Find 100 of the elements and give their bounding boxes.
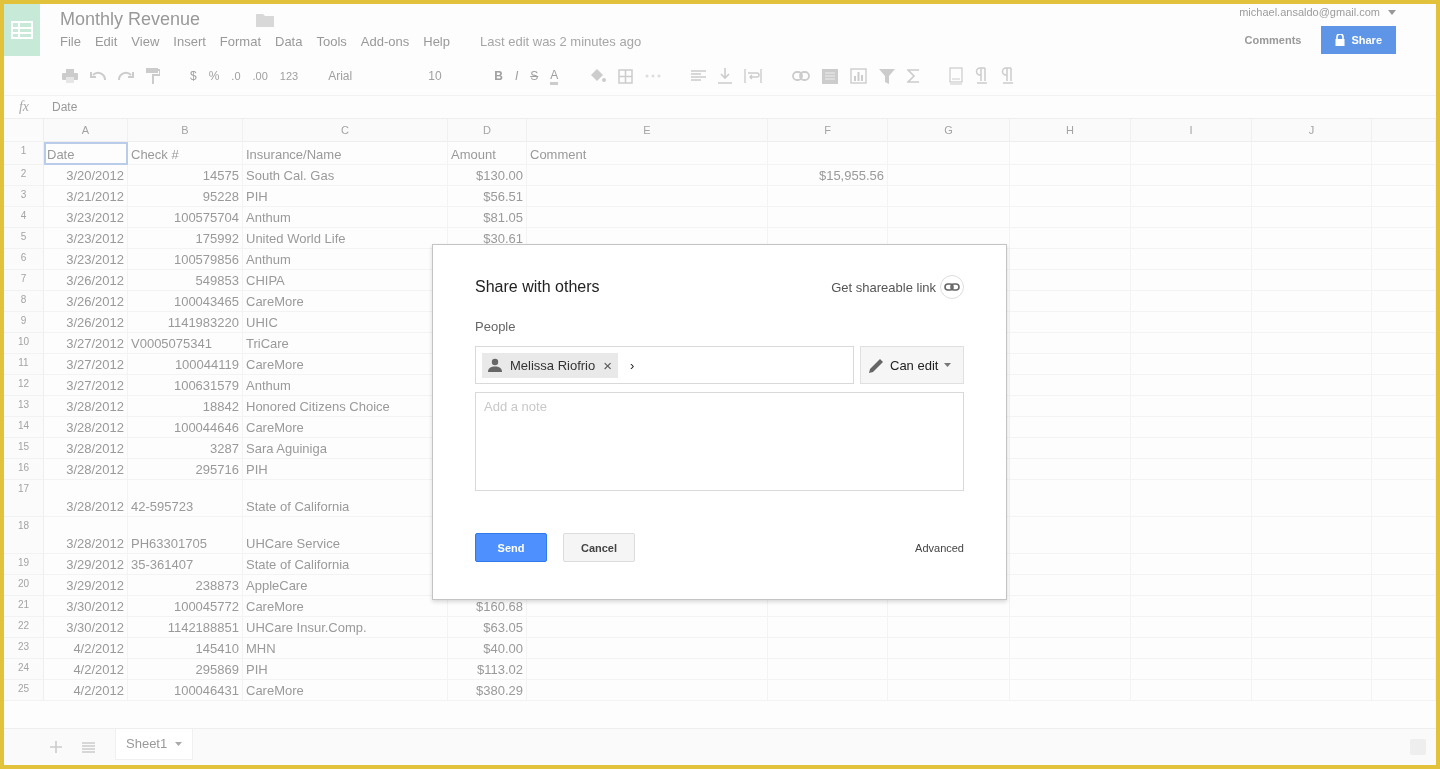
column-header[interactable]: C (243, 119, 448, 142)
row-header[interactable]: 25 (4, 680, 44, 701)
font-size-dropdown[interactable]: 10 (428, 69, 465, 83)
table-cell (1372, 270, 1436, 291)
text-wrap-icon[interactable] (744, 69, 763, 83)
row-header[interactable]: 23 (4, 638, 44, 659)
percent-format-button[interactable]: % (208, 69, 220, 83)
link-icon[interactable] (940, 275, 964, 299)
number-format-dropdown[interactable]: 123 (279, 70, 299, 82)
sheets-logo-icon[interactable] (4, 4, 40, 56)
menu-item[interactable]: Data (275, 34, 303, 49)
menu-item[interactable]: View (131, 34, 160, 49)
borders-icon[interactable] (618, 68, 634, 84)
table-cell (1372, 291, 1436, 312)
row-header[interactable]: 4 (4, 207, 44, 228)
filter-icon[interactable] (879, 68, 896, 84)
comment-icon[interactable] (822, 68, 839, 84)
column-header[interactable] (1372, 119, 1436, 142)
document-title[interactable]: Monthly Revenue (60, 9, 201, 30)
menu-item[interactable]: Edit (94, 34, 118, 49)
increase-decimals-button[interactable]: .00 (252, 70, 268, 82)
sheet-tab[interactable]: Sheet1 (115, 728, 194, 760)
row-header[interactable]: 14 (4, 417, 44, 438)
last-edit-link[interactable]: Last edit was 2 minutes ago (480, 34, 642, 49)
permission-dropdown[interactable]: Can edit (860, 346, 964, 384)
row-header[interactable]: 2 (4, 165, 44, 186)
row-header[interactable]: 6 (4, 249, 44, 270)
sheet-list-icon[interactable] (82, 741, 95, 753)
row-header[interactable]: 15 (4, 438, 44, 459)
recipient-chip[interactable]: Melissa Riofrio × (482, 352, 618, 378)
menu-item[interactable]: Help (423, 34, 450, 49)
row-header[interactable]: 18 (4, 517, 44, 554)
row-header[interactable]: 17 (4, 480, 44, 517)
row-header[interactable]: 8 (4, 291, 44, 312)
column-header[interactable]: E (527, 119, 768, 142)
table-cell: $63.05 (448, 617, 527, 638)
column-header[interactable]: G (888, 119, 1010, 142)
row-header[interactable]: 1 (4, 142, 44, 165)
folder-icon[interactable] (256, 12, 275, 27)
undo-icon[interactable] (90, 71, 106, 81)
select-all-corner[interactable] (4, 119, 44, 142)
menu-item[interactable]: File (60, 34, 81, 49)
table-cell: 4/2/2012 (44, 680, 128, 701)
row-header[interactable]: 5 (4, 228, 44, 249)
font-dropdown[interactable]: Arial (328, 69, 399, 83)
caret-icon[interactable] (1388, 9, 1396, 15)
chart-icon[interactable] (850, 68, 868, 84)
account-email[interactable]: michael.ansaldo@gmail.com (1239, 6, 1380, 18)
row-header[interactable]: 20 (4, 575, 44, 596)
menu-item[interactable]: Add-ons (360, 34, 410, 49)
send-button[interactable]: Send (475, 533, 547, 562)
advanced-link[interactable]: Advanced (915, 541, 964, 554)
row-header[interactable]: 21 (4, 596, 44, 617)
currency-format-button[interactable]: $ (190, 69, 197, 83)
italic-button[interactable]: I (514, 69, 519, 83)
remove-recipient-button[interactable]: × (603, 356, 612, 374)
column-header[interactable]: J (1252, 119, 1372, 142)
table-cell (1372, 617, 1436, 638)
left-to-right-icon[interactable] (975, 67, 990, 85)
row-header[interactable]: 19 (4, 554, 44, 575)
row-header[interactable]: 24 (4, 659, 44, 680)
menu-item[interactable]: Format (219, 34, 261, 49)
column-header[interactable]: F (768, 119, 888, 142)
row-header[interactable]: 16 (4, 459, 44, 480)
column-header[interactable]: H (1010, 119, 1131, 142)
sigma-icon[interactable] (907, 69, 920, 83)
row-header[interactable]: 7 (4, 270, 44, 291)
formula-input[interactable]: Date (52, 100, 78, 114)
shareable-link-button[interactable]: Get shareable link (831, 279, 936, 295)
more-icon[interactable] (645, 74, 662, 78)
bold-button[interactable]: B (494, 69, 503, 83)
share-button[interactable]: Share (1321, 26, 1396, 54)
table-cell (1372, 680, 1436, 701)
row-header[interactable]: 10 (4, 333, 44, 354)
vertical-align-icon[interactable] (718, 68, 733, 84)
column-header[interactable]: B (128, 119, 243, 142)
table-cell: 238873 (128, 575, 243, 596)
column-header[interactable]: D (448, 119, 527, 142)
people-input[interactable]: Melissa Riofrio × › (475, 346, 854, 384)
row-header[interactable]: 22 (4, 617, 44, 638)
row-header[interactable]: 13 (4, 396, 44, 417)
decrease-decimals-button[interactable]: .0 (231, 70, 241, 82)
comments-button[interactable]: Comments (1244, 34, 1302, 46)
input-tools-icon[interactable] (949, 67, 964, 85)
column-header[interactable]: A (44, 119, 128, 142)
menu-item[interactable]: Tools (316, 34, 347, 49)
text-color-button[interactable]: A (550, 67, 559, 85)
row-header[interactable]: 9 (4, 312, 44, 333)
strikethrough-button[interactable]: S (530, 69, 539, 83)
add-sheet-icon[interactable] (50, 741, 62, 753)
row-header[interactable]: 3 (4, 186, 44, 207)
paint-roller-icon[interactable] (146, 68, 160, 84)
print-icon[interactable] (62, 69, 78, 83)
redo-icon[interactable] (118, 71, 134, 81)
row-header[interactable]: 11 (4, 354, 44, 375)
right-to-left-icon[interactable] (1001, 67, 1016, 85)
menu-item[interactable]: Insert (173, 34, 206, 49)
row-header[interactable]: 12 (4, 375, 44, 396)
cancel-button[interactable]: Cancel (563, 533, 635, 562)
align-left-icon[interactable] (691, 70, 707, 82)
